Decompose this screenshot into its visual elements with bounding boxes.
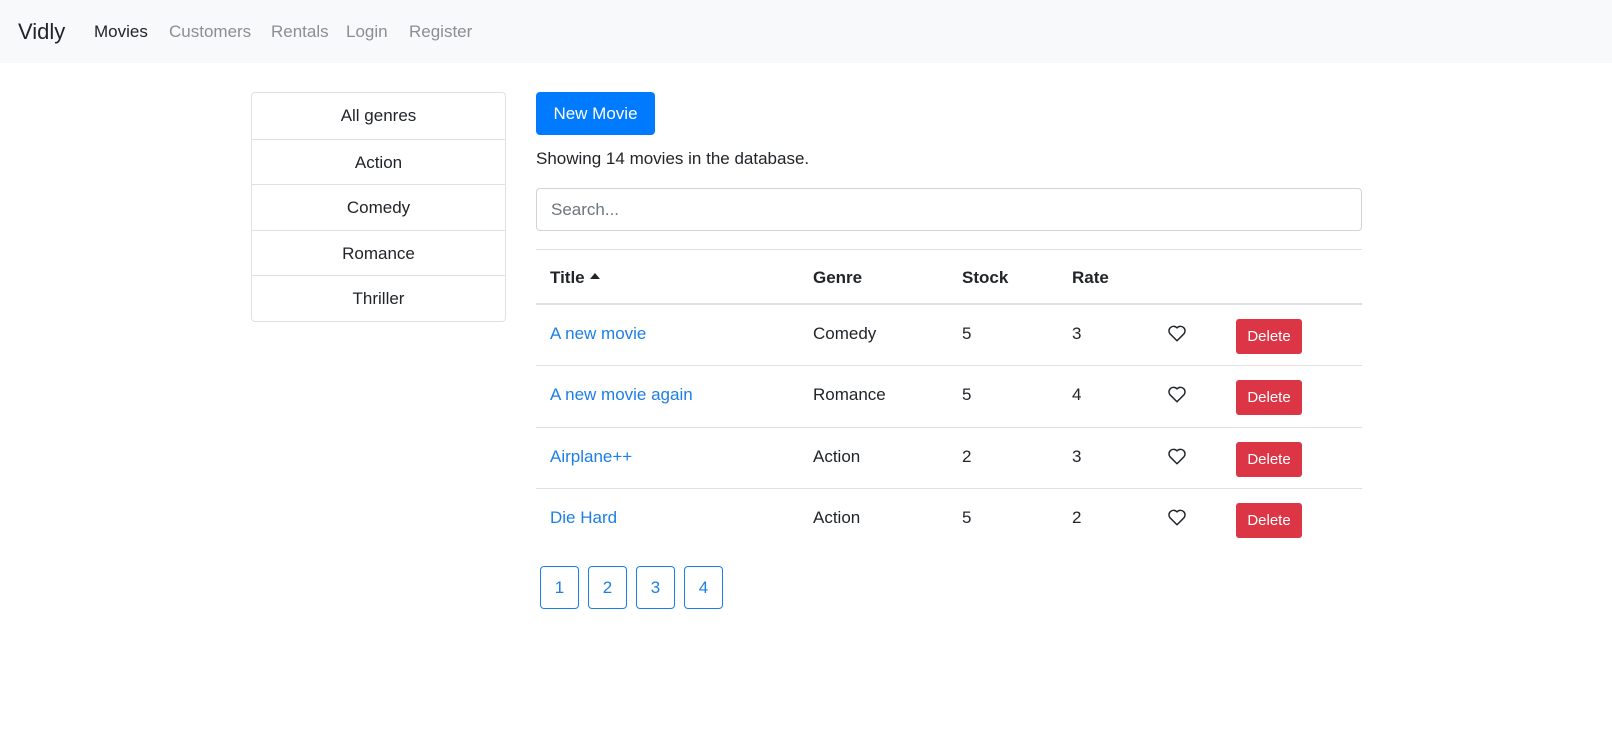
movie-stock: 5: [962, 507, 972, 527]
column-header-genre[interactable]: Genre: [813, 268, 862, 288]
new-movie-button[interactable]: New Movie: [536, 92, 655, 135]
movie-title-link[interactable]: Die Hard: [550, 508, 617, 528]
table-row: A new movie again Romance 5 4 Delete: [536, 366, 1362, 428]
page-button-4[interactable]: 4: [684, 566, 723, 609]
heart-outline-icon[interactable]: [1167, 508, 1187, 526]
delete-button[interactable]: Delete: [1236, 441, 1302, 477]
navbar: Vidly Movies Customers Rentals Login Reg…: [0, 0, 1612, 63]
movie-stock: 2: [962, 446, 972, 466]
genre-item-thriller[interactable]: Thriller: [252, 275, 505, 321]
nav-link-login[interactable]: Login: [346, 22, 388, 42]
delete-button[interactable]: Delete: [1236, 380, 1302, 416]
genre-list: All genres Action Comedy Romance Thrille…: [251, 92, 506, 322]
genre-item-comedy[interactable]: Comedy: [252, 184, 505, 230]
movie-rate: 3: [1072, 324, 1082, 343]
movie-title-link[interactable]: Airplane++: [550, 447, 632, 467]
column-header-stock[interactable]: Stock: [962, 268, 1008, 288]
page-button-1[interactable]: 1: [540, 566, 579, 609]
nav-link-register[interactable]: Register: [409, 22, 472, 42]
page-button-3[interactable]: 3: [636, 566, 675, 609]
column-header-title-label: Title: [550, 268, 585, 287]
movies-table: Title Genre Stock Rate A new movie Comed…: [536, 249, 1362, 550]
movie-genre: Action: [813, 446, 861, 466]
genre-item-action[interactable]: Action: [252, 138, 505, 185]
movie-rate: 3: [1072, 446, 1082, 466]
search-input[interactable]: [536, 188, 1362, 231]
movie-rate: 4: [1072, 385, 1082, 405]
sort-asc-icon: [589, 273, 600, 279]
genre-item-all[interactable]: All genres: [252, 93, 505, 139]
column-header-title[interactable]: Title: [550, 268, 600, 288]
movie-count-text: Showing 14 movies in the database.: [536, 149, 810, 168]
delete-button[interactable]: Delete: [1236, 319, 1302, 354]
table-row: Airplane++ Action 2 3 Delete: [536, 428, 1362, 489]
delete-button[interactable]: Delete: [1236, 502, 1302, 538]
column-header-rate[interactable]: Rate: [1072, 268, 1109, 288]
movie-title-link[interactable]: A new movie again: [550, 385, 693, 405]
page-button-2[interactable]: 2: [588, 566, 627, 609]
movie-rate: 2: [1072, 507, 1082, 527]
movie-genre: Comedy: [813, 324, 877, 343]
heart-outline-icon[interactable]: [1167, 385, 1187, 403]
table-header: Title Genre Stock Rate: [536, 249, 1362, 305]
nav-link-customers[interactable]: Customers: [169, 22, 251, 42]
nav-link-movies[interactable]: Movies: [94, 22, 148, 42]
movie-stock: 5: [962, 324, 972, 343]
movie-title-link[interactable]: A new movie: [550, 324, 646, 344]
heart-outline-icon[interactable]: [1167, 324, 1187, 342]
movie-genre: Romance: [813, 385, 886, 405]
heart-outline-icon[interactable]: [1167, 447, 1187, 465]
nav-link-rentals[interactable]: Rentals: [271, 22, 329, 42]
movie-genre: Action: [813, 507, 861, 527]
movie-stock: 5: [962, 385, 972, 405]
genre-item-romance[interactable]: Romance: [252, 229, 505, 276]
table-row: Die Hard Action 5 2 Delete: [536, 489, 1362, 550]
brand-logo[interactable]: Vidly: [18, 19, 65, 45]
table-row: A new movie Comedy 5 3 Delete: [536, 305, 1362, 367]
